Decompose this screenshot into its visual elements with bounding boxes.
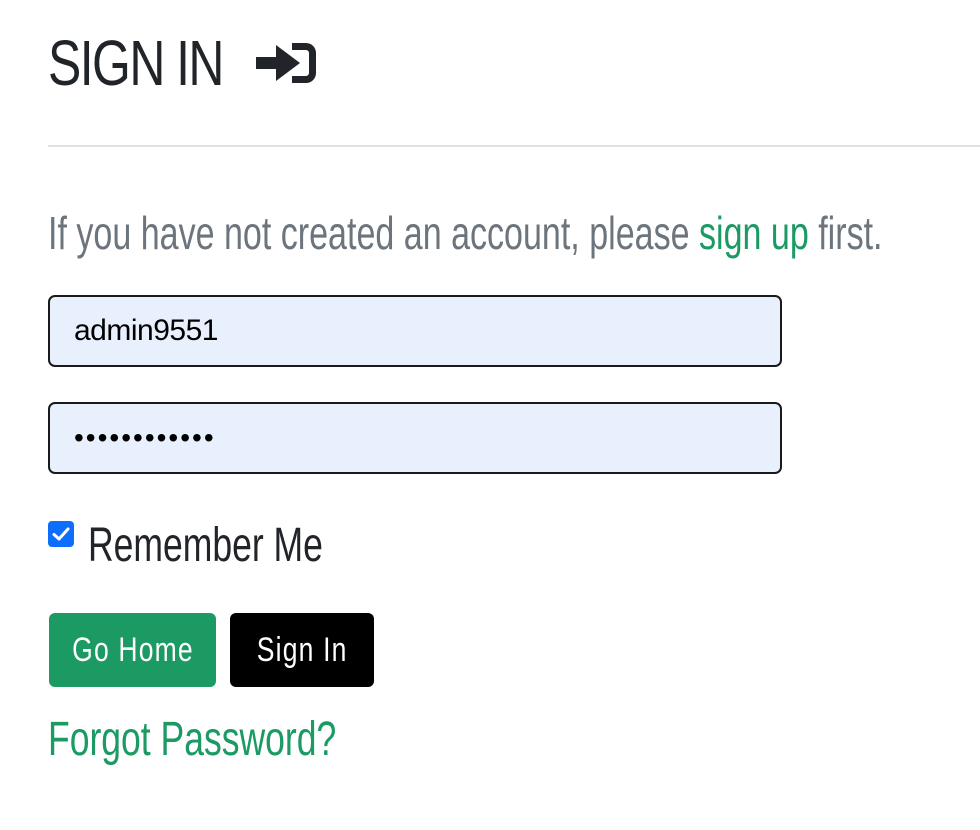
page-title: SIGN IN	[48, 28, 320, 98]
signin-page: SIGN IN If you have not created an accou…	[48, 0, 980, 830]
sign-up-link[interactable]: sign up	[699, 207, 809, 259]
sign-in-icon	[254, 39, 320, 87]
divider	[48, 145, 980, 147]
page-title-text: SIGN IN	[48, 27, 224, 99]
signup-prompt: If you have not created an account, plea…	[48, 205, 883, 261]
signup-prompt-before: If you have not created an account, plea…	[48, 207, 699, 259]
signup-prompt-after: first.	[808, 207, 883, 259]
password-input[interactable]	[48, 402, 782, 474]
forgot-password-link[interactable]: Forgot Password?	[48, 712, 336, 768]
remember-me-checkbox[interactable]	[48, 521, 74, 547]
checkmark-icon	[52, 527, 70, 541]
remember-me[interactable]: Remember Me	[48, 518, 405, 574]
username-input[interactable]	[48, 295, 782, 367]
go-home-label: Go Home	[71, 630, 194, 669]
go-home-button[interactable]: Go Home	[49, 613, 216, 687]
sign-in-label: Sign In	[256, 630, 348, 669]
sign-in-button[interactable]: Sign In	[230, 613, 374, 687]
remember-me-label[interactable]: Remember Me	[88, 518, 323, 574]
